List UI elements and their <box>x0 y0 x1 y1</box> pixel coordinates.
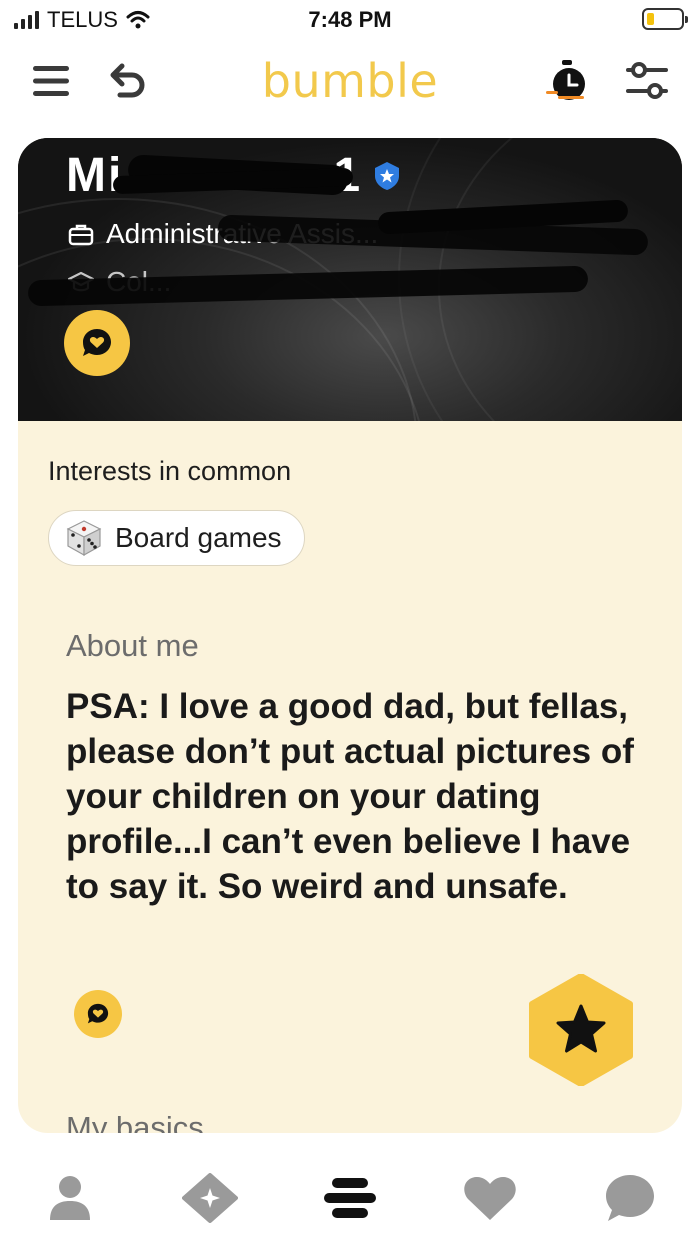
profile-name: Mi <box>66 149 124 202</box>
timer-icon[interactable] <box>544 58 590 104</box>
people-icon[interactable] <box>320 1170 380 1226</box>
status-bar: TELUS 7:48 PM <box>0 0 700 40</box>
interests-title: Interests in common <box>48 456 292 486</box>
compliment-button[interactable] <box>64 310 130 376</box>
interest-chip-label: Board games <box>115 522 282 553</box>
status-time: 7:48 PM <box>308 7 392 32</box>
profile-card[interactable]: Mi 1 Administrative Assis... Col... <box>18 138 682 1133</box>
compliment-icon <box>87 1003 109 1024</box>
compliment-icon <box>83 329 111 356</box>
about-compliment-button[interactable] <box>74 990 122 1038</box>
bumble-logo: bumble <box>261 54 439 108</box>
chats-icon[interactable] <box>600 1170 660 1226</box>
briefcase-icon <box>68 224 94 246</box>
battery-level <box>647 13 654 25</box>
dice-icon <box>66 520 102 557</box>
verified-icon <box>375 161 400 190</box>
basics-title: My basics <box>66 1110 204 1133</box>
premium-icon[interactable] <box>180 1170 240 1226</box>
about-text: PSA: I love a good dad, but fellas, plea… <box>66 687 634 906</box>
likes-icon[interactable] <box>460 1170 520 1226</box>
bottom-nav <box>0 1150 700 1245</box>
profile-icon[interactable] <box>40 1170 100 1226</box>
interest-chip-board-games[interactable]: Board games <box>48 510 305 566</box>
about-title: About me <box>66 628 199 663</box>
app-header: bumble <box>0 40 700 126</box>
profile-photo: Mi 1 Administrative Assis... Col... <box>18 138 682 421</box>
battery-icon <box>642 8 688 30</box>
superswipe-button[interactable] <box>526 974 636 1086</box>
filters-icon[interactable] <box>624 58 670 104</box>
